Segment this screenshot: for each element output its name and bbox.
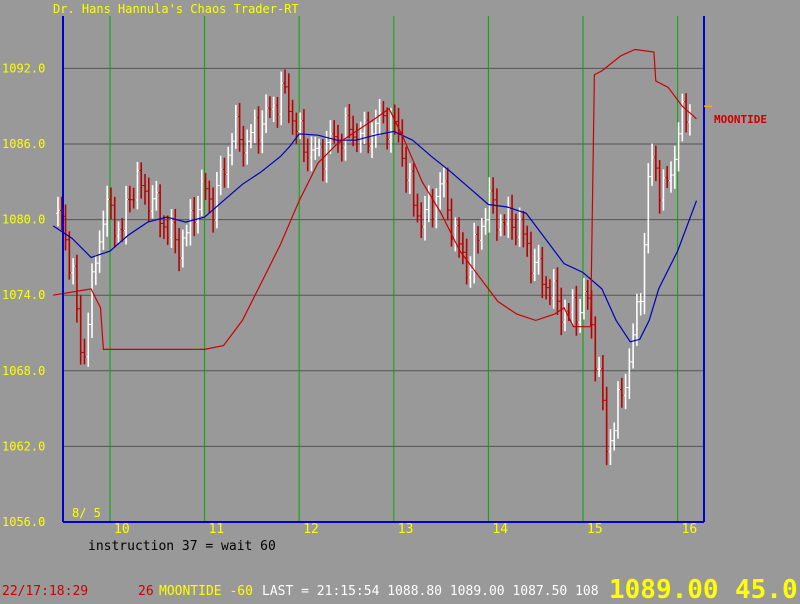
status-line-svg: 22/17:18:29 26 MOONTIDE -60 LAST = 21:15… (2, 575, 798, 604)
x-tick-label: 14 (492, 522, 508, 537)
moontide-line (53, 48, 697, 350)
y-tick-label: 1080.0 (2, 213, 45, 227)
app-title: Dr. Hans Hannula's Chaos Trader-RT (53, 2, 299, 16)
y-tick-label: 1068.0 (2, 364, 45, 378)
chart-svg: Dr. Hans Hannula's Chaos Trader-RT 1092.… (2, 2, 767, 554)
y-tick-label: 1074.0 (2, 288, 45, 302)
horizontal-gridlines (63, 67, 704, 447)
price-bars (55, 69, 692, 466)
x-tick-label: 12 (303, 522, 319, 537)
x-tick-label: 13 (398, 522, 414, 537)
y-tick-label: 1086.0 (2, 137, 45, 151)
status-line: 22/17:18:29 26 MOONTIDE -60 LAST = 21:15… (0, 575, 800, 604)
y-axis-tick-labels: 1092.0 1086.0 1080.0 1074.0 1068.0 1062.0 1056… (2, 61, 45, 529)
status-moontide: MOONTIDE -60 (159, 584, 253, 599)
date-label: 8/ 5 (72, 506, 101, 520)
x-axis-tick-labels: 10 11 12 13 14 15 16 (114, 522, 697, 537)
x-tick-label: 15 (587, 522, 603, 537)
status-big-value: 45.0 (735, 576, 798, 600)
moving-average-line (52, 130, 698, 343)
y-tick-label: 1092.0 (2, 61, 45, 75)
status-count: 26 (138, 584, 154, 599)
status-timestamp: 22/17:18:29 (2, 584, 88, 599)
status-last-quote: LAST = 21:15:54 1088.80 1089.00 1087.50 … (262, 584, 599, 599)
x-tick-label: 11 (209, 522, 225, 537)
y-tick-label: 1056.0 (2, 515, 45, 529)
status-big-price: 1089.00 (609, 576, 719, 600)
instruction-text: instruction 37 = wait 60 (88, 539, 276, 554)
x-tick-label: 10 (114, 522, 130, 537)
y-tick-label: 1062.0 (2, 439, 45, 453)
moontide-label: MOONTIDE (714, 113, 767, 126)
x-tick-label: 16 (682, 522, 698, 537)
